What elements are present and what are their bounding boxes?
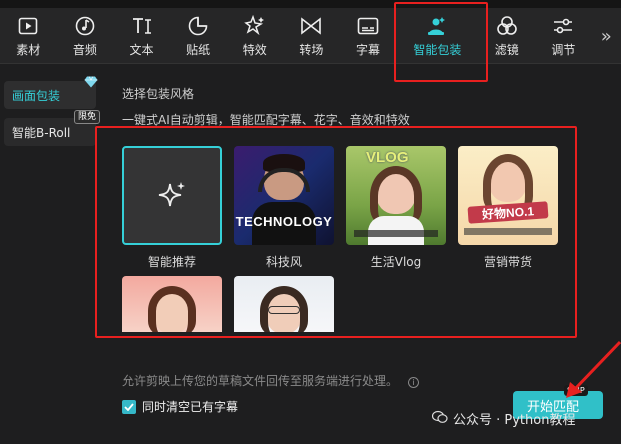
text-icon — [131, 15, 153, 37]
limited-free-badge: 限免 — [73, 110, 100, 124]
sidebar-item-label: 画面包装 — [12, 88, 61, 103]
sidebar-item-smart-broll[interactable]: 智能B-Roll 限免 — [4, 110, 100, 146]
red-arrow-annotation — [566, 340, 621, 398]
title-strip — [0, 0, 621, 8]
technology-caption: TECHNOLOGY — [235, 214, 333, 229]
style-thumb — [122, 146, 222, 245]
vlog-caption: VLOG — [366, 149, 409, 166]
style-card-label: 生活Vlog — [370, 255, 422, 269]
caption-strip — [354, 230, 438, 237]
tool-filter[interactable]: 滤镜 — [478, 8, 535, 64]
adjust-icon — [552, 15, 574, 37]
audio-icon — [74, 15, 96, 37]
tool-media[interactable]: 素材 — [0, 8, 57, 64]
filter-icon — [496, 15, 518, 37]
style-card-label: 智能推荐 — [147, 255, 196, 269]
main-toolbar: 素材 音频 文本 贴纸 特效 转场 字幕 智能包装 滤镜 调节 » — [0, 8, 621, 64]
checkmark-icon — [124, 402, 134, 411]
notice-text: 允许剪映上传您的草稿文件回传至服务端进行处理。 — [122, 374, 399, 388]
tool-media-label: 素材 — [16, 42, 41, 57]
style-card-vlog[interactable]: VLOG 生活Vlog — [346, 146, 446, 269]
subtitle-icon — [357, 15, 379, 37]
tool-adjust[interactable]: 调节 — [535, 8, 592, 64]
tool-subtitle[interactable]: 字幕 — [340, 8, 397, 64]
style-thumb — [122, 276, 222, 332]
style-card-6[interactable] — [234, 276, 334, 332]
style-thumb — [234, 276, 334, 332]
tool-text[interactable]: 文本 — [113, 8, 170, 64]
tool-sticker[interactable]: 贴纸 — [170, 8, 227, 64]
tool-text-label: 文本 — [129, 42, 154, 57]
style-thumb: TECHNOLOGY — [234, 146, 334, 245]
diamond-icon — [84, 76, 98, 88]
upload-consent-notice: 允许剪映上传您的草稿文件回传至服务端进行处理。 i — [122, 372, 419, 389]
tool-effects[interactable]: 特效 — [227, 8, 284, 64]
tool-audio-label: 音频 — [72, 42, 97, 57]
info-icon[interactable]: i — [407, 377, 419, 388]
left-sidebar: 画面包装 智能B-Roll 限免 — [0, 65, 108, 444]
style-card-label: 科技风 — [265, 255, 302, 269]
checkbox-label: 同时清空已有字幕 — [142, 400, 239, 414]
sticker-icon — [187, 15, 209, 37]
caption-strip — [464, 228, 552, 235]
style-thumb: VLOG — [346, 146, 446, 245]
media-icon — [17, 15, 39, 37]
style-card-smart-recommend[interactable]: 智能推荐 — [122, 146, 222, 269]
watermark-text: 公众号 · Python教程 — [453, 413, 576, 428]
sidebar-item-frame-pack[interactable]: 画面包装 — [4, 76, 98, 109]
tool-transition-label: 转场 — [299, 42, 324, 57]
smart-pack-icon — [426, 15, 448, 37]
style-card-5[interactable] — [122, 276, 222, 332]
tool-smart-pack[interactable]: 智能包装 — [396, 8, 478, 64]
sidebar-item-label: 智能B-Roll — [12, 125, 71, 140]
tool-effects-label: 特效 — [242, 42, 267, 57]
transition-icon — [300, 15, 322, 37]
tool-subtitle-label: 字幕 — [356, 42, 381, 57]
style-card-label: 营销带货 — [483, 255, 532, 269]
tool-adjust-label: 调节 — [551, 42, 576, 57]
clear-subtitles-option[interactable]: 同时清空已有字幕 — [122, 398, 238, 415]
smart-pack-panel: 选择包装风格 一键式AI自动剪辑，智能匹配字幕、花字、音效和特效 智能推荐 TE… — [108, 65, 621, 444]
tool-filter-label: 滤镜 — [494, 42, 519, 57]
clear-subtitles-checkbox[interactable] — [122, 399, 136, 414]
section-description: 一键式AI自动剪辑，智能匹配字幕、花字、音效和特效 — [122, 113, 410, 127]
tool-audio[interactable]: 音频 — [57, 8, 114, 64]
sparkle-icon — [158, 181, 185, 206]
section-heading: 选择包装风格 — [122, 87, 195, 101]
promo-caption: 好物NO.1 — [467, 201, 549, 224]
tool-transition[interactable]: 转场 — [283, 8, 340, 64]
style-card-technology[interactable]: TECHNOLOGY 科技风 — [234, 146, 334, 269]
more-tools-chevron-icon[interactable]: » — [592, 8, 621, 64]
tool-sticker-label: 贴纸 — [186, 42, 211, 57]
wechat-icon — [431, 410, 448, 428]
wechat-watermark: 公众号 · Python教程 — [431, 409, 576, 428]
hair-shape — [148, 286, 196, 332]
glasses-shape — [268, 306, 300, 314]
style-card-marketing[interactable]: 好物NO.1 营销带货 — [458, 146, 558, 269]
style-thumb: 好物NO.1 — [458, 146, 558, 245]
tool-smart-pack-label: 智能包装 — [413, 42, 462, 57]
effects-icon — [244, 14, 266, 37]
